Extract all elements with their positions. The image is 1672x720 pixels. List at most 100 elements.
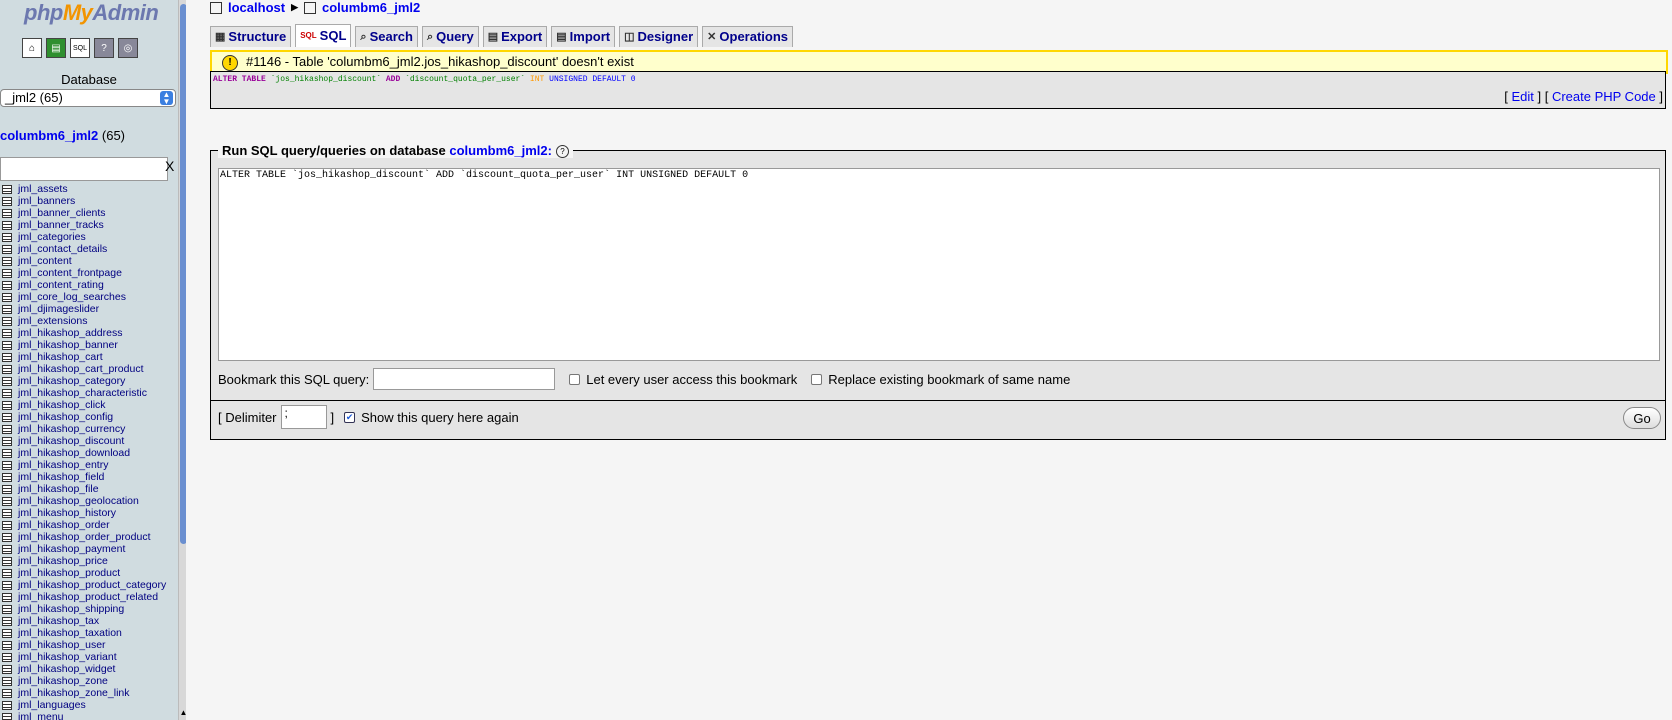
table-link[interactable]: jml_hikashop_click xyxy=(18,399,106,411)
table-list-item[interactable]: jml_languages xyxy=(2,699,172,711)
table-icon[interactable] xyxy=(2,352,12,362)
table-icon[interactable] xyxy=(2,532,12,542)
tab-designer[interactable]: ◫ Designer xyxy=(619,26,699,47)
table-icon[interactable] xyxy=(2,556,12,566)
table-list-item[interactable]: jml_content_rating xyxy=(2,279,172,291)
table-link[interactable]: jml_hikashop_cart_product xyxy=(18,363,144,375)
table-icon[interactable] xyxy=(2,208,12,218)
table-list-item[interactable]: jml_hikashop_zone_link xyxy=(2,687,172,699)
table-list-item[interactable]: jml_hikashop_download xyxy=(2,447,172,459)
bookmark-input[interactable] xyxy=(373,368,556,390)
table-list-item[interactable]: jml_content xyxy=(2,255,172,267)
table-icon[interactable] xyxy=(2,280,12,290)
table-list-item[interactable]: jml_hikashop_geolocation xyxy=(2,495,172,507)
table-list-item[interactable]: jml_hikashop_config xyxy=(2,411,172,423)
table-list-item[interactable]: jml_extensions xyxy=(2,315,172,327)
table-link[interactable]: jml_hikashop_config xyxy=(18,411,113,423)
table-link[interactable]: jml_hikashop_download xyxy=(18,447,130,459)
table-list-item[interactable]: jml_categories xyxy=(2,231,172,243)
table-icon[interactable] xyxy=(2,472,12,482)
table-list-item[interactable]: jml_assets xyxy=(2,183,172,195)
edit-link[interactable]: Edit xyxy=(1511,89,1533,104)
query-window-icon[interactable]: SQL xyxy=(70,38,90,58)
table-link[interactable]: jml_hikashop_category xyxy=(18,375,125,387)
table-list-item[interactable]: jml_hikashop_taxation xyxy=(2,627,172,639)
table-icon[interactable] xyxy=(2,640,12,650)
delimiter-input[interactable]: ; xyxy=(280,405,327,429)
table-link[interactable]: jml_content xyxy=(18,255,72,267)
table-link[interactable]: jml_hikashop_price xyxy=(18,555,108,567)
table-list-item[interactable]: jml_content_frontpage xyxy=(2,267,172,279)
table-link[interactable]: jml_hikashop_address xyxy=(18,327,122,339)
table-link[interactable]: jml_categories xyxy=(18,231,86,243)
table-list-item[interactable]: jml_hikashop_entry xyxy=(2,459,172,471)
table-list-item[interactable]: jml_hikashop_currency xyxy=(2,423,172,435)
tab-operations[interactable]: ✕ Operations xyxy=(702,26,794,47)
table-list-item[interactable]: jml_hikashop_click xyxy=(2,399,172,411)
table-list-item[interactable]: jml_hikashop_characteristic xyxy=(2,387,172,399)
table-icon[interactable] xyxy=(2,244,12,254)
table-list-item[interactable]: jml_hikashop_cart xyxy=(2,351,172,363)
table-icon[interactable] xyxy=(2,388,12,398)
table-icon[interactable] xyxy=(2,220,12,230)
table-link[interactable]: jml_hikashop_banner xyxy=(18,339,118,351)
table-list-item[interactable]: jml_hikashop_tax xyxy=(2,615,172,627)
table-icon[interactable] xyxy=(2,364,12,374)
scrollbar-thumb[interactable] xyxy=(180,4,186,544)
table-icon[interactable] xyxy=(2,592,12,602)
table-link[interactable]: jml_hikashop_entry xyxy=(18,459,108,471)
table-icon[interactable] xyxy=(2,664,12,674)
table-list-item[interactable]: jml_menu xyxy=(2,711,172,720)
table-list-item[interactable]: jml_hikashop_order xyxy=(2,519,172,531)
logout-icon[interactable]: ▤ xyxy=(46,38,66,58)
table-icon[interactable] xyxy=(2,292,12,302)
table-link[interactable]: jml_menu xyxy=(18,711,64,720)
home-icon[interactable]: ⌂ xyxy=(22,38,42,58)
table-list-item[interactable]: jml_hikashop_widget xyxy=(2,663,172,675)
table-icon[interactable] xyxy=(2,508,12,518)
table-link[interactable]: jml_djimageslider xyxy=(18,303,99,315)
table-icon[interactable] xyxy=(2,196,12,206)
table-list-item[interactable]: jml_hikashop_zone xyxy=(2,675,172,687)
table-icon[interactable] xyxy=(2,232,12,242)
table-link[interactable]: jml_hikashop_zone xyxy=(18,675,108,687)
table-link[interactable]: jml_assets xyxy=(18,183,68,195)
table-icon[interactable] xyxy=(2,376,12,386)
table-link[interactable]: jml_hikashop_zone_link xyxy=(18,687,130,699)
table-list-item[interactable]: jml_hikashop_payment xyxy=(2,543,172,555)
table-link[interactable]: jml_banners xyxy=(18,195,75,207)
table-icon[interactable] xyxy=(2,340,12,350)
table-list-item[interactable]: jml_hikashop_user xyxy=(2,639,172,651)
table-filter-input[interactable] xyxy=(0,157,168,181)
table-list-item[interactable]: jml_hikashop_discount xyxy=(2,435,172,447)
replace-bookmark-checkbox[interactable] xyxy=(811,373,823,385)
table-icon[interactable] xyxy=(2,316,12,326)
table-icon[interactable] xyxy=(2,484,12,494)
table-icon[interactable] xyxy=(2,688,12,698)
tab-structure[interactable]: ▦ Structure xyxy=(210,26,292,47)
show-query-checkbox[interactable]: ✔ xyxy=(344,411,356,423)
table-list-item[interactable]: jml_hikashop_address xyxy=(2,327,172,339)
table-icon[interactable] xyxy=(2,268,12,278)
clear-filter-button[interactable]: X xyxy=(165,158,174,174)
table-link[interactable]: jml_hikashop_order_product xyxy=(18,531,151,543)
table-link[interactable]: jml_hikashop_file xyxy=(18,483,99,495)
tab-search[interactable]: ⌕ Search xyxy=(355,26,418,47)
table-icon[interactable] xyxy=(2,628,12,638)
table-icon[interactable] xyxy=(2,700,12,710)
documentation-icon[interactable]: ? xyxy=(94,38,114,58)
table-link[interactable]: jml_hikashop_currency xyxy=(18,423,125,435)
table-link[interactable]: jml_hikashop_variant xyxy=(18,651,117,663)
tab-sql[interactable]: SQL SQL xyxy=(295,24,352,47)
table-icon[interactable] xyxy=(2,328,12,338)
table-link[interactable]: jml_hikashop_field xyxy=(18,471,104,483)
table-link[interactable]: jml_content_frontpage xyxy=(18,267,122,279)
table-link[interactable]: jml_hikashop_cart xyxy=(18,351,103,363)
table-link[interactable]: jml_hikashop_taxation xyxy=(18,627,122,639)
table-list-item[interactable]: jml_hikashop_product_category xyxy=(2,579,172,591)
mysql-docs-icon[interactable]: ◎ xyxy=(118,38,138,58)
nav-scrollbar[interactable]: ▲ xyxy=(178,0,186,720)
table-list-item[interactable]: jml_contact_details xyxy=(2,243,172,255)
table-icon[interactable] xyxy=(2,412,12,422)
table-list-item[interactable]: jml_hikashop_cart_product xyxy=(2,363,172,375)
